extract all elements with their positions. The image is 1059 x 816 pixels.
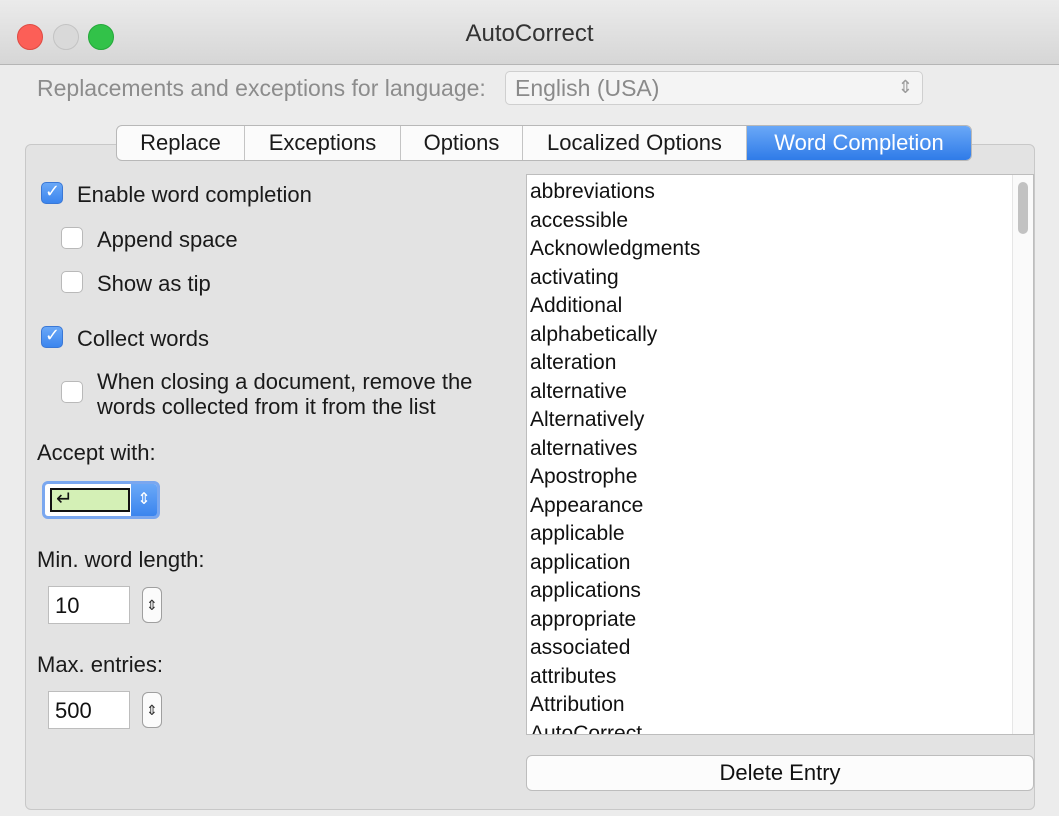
list-item[interactable]: AutoCorrect	[530, 720, 1033, 735]
append-space-label: Append space	[97, 227, 238, 252]
enable-word-completion-label: Enable word completion	[77, 182, 312, 207]
return-key-icon: ↵	[50, 488, 130, 512]
list-item[interactable]: associated	[530, 634, 1033, 663]
append-space-checkbox[interactable]	[61, 227, 83, 249]
scrollbar-thumb[interactable]	[1018, 182, 1028, 234]
word-list-items: abbreviations accessible Acknowledgments ac…	[527, 175, 1033, 735]
list-item[interactable]: alternatives	[530, 435, 1033, 464]
delete-entry-button[interactable]: Delete Entry	[526, 755, 1034, 791]
list-item[interactable]: Attribution	[530, 691, 1033, 720]
tab-localized-options[interactable]: Localized Options	[523, 126, 747, 160]
max-entries-field[interactable]: 500	[48, 691, 130, 729]
collect-words-label: Collect words	[77, 326, 210, 351]
list-item[interactable]: alteration	[530, 349, 1033, 378]
min-word-length-value: 10	[55, 593, 80, 618]
remove-on-close-label-line1: When closing a document, remove the	[97, 369, 473, 394]
min-word-length-label: Min. word length:	[37, 547, 205, 572]
show-as-tip-checkbox[interactable]	[61, 271, 83, 293]
list-item[interactable]: application	[530, 549, 1033, 578]
list-item[interactable]: alphabetically	[530, 321, 1033, 350]
tab-options[interactable]: Options	[401, 126, 523, 160]
word-list-scrollbar[interactable]	[1012, 175, 1033, 734]
list-item[interactable]: abbreviations	[530, 178, 1033, 207]
list-item[interactable]: appropriate	[530, 606, 1033, 635]
list-item[interactable]: activating	[530, 264, 1033, 293]
updown-chevron-icon: ⇕	[131, 484, 157, 516]
language-select[interactable]: English (USA) ⇕	[505, 71, 923, 105]
updown-chevron-icon: ⇕	[897, 77, 913, 97]
max-entries-label: Max. entries:	[37, 652, 163, 677]
append-space-row[interactable]: Append space	[61, 227, 238, 252]
tab-exceptions[interactable]: Exceptions	[245, 126, 401, 160]
language-label: Replacements and exceptions for language…	[37, 75, 486, 101]
min-word-length-field[interactable]: 10	[48, 586, 130, 624]
title-bar: AutoCorrect	[0, 0, 1059, 65]
accept-with-label: Accept with:	[37, 440, 156, 465]
enable-word-completion-row[interactable]: ✓ Enable word completion	[41, 181, 312, 207]
checkmark-icon: ✓	[45, 181, 61, 201]
list-item[interactable]: Acknowledgments	[530, 235, 1033, 264]
language-value: English (USA)	[515, 75, 660, 101]
list-item[interactable]: Appearance	[530, 492, 1033, 521]
list-item[interactable]: Alternatively	[530, 406, 1033, 435]
list-item[interactable]: Additional	[530, 292, 1033, 321]
list-item[interactable]: attributes	[530, 663, 1033, 692]
remove-on-close-checkbox[interactable]	[61, 381, 83, 403]
accept-with-select[interactable]: ↵ ⇕	[42, 481, 160, 519]
remove-on-close-label: When closing a document, remove the word…	[97, 369, 472, 419]
list-item[interactable]: accessible	[530, 207, 1033, 236]
list-item[interactable]: Apostrophe	[530, 463, 1033, 492]
max-entries-stepper[interactable]: ⇕	[142, 692, 162, 728]
tab-bar: Replace Exceptions Options Localized Opt…	[116, 125, 972, 161]
list-item[interactable]: applications	[530, 577, 1033, 606]
collect-words-row[interactable]: ✓ Collect words	[41, 325, 210, 351]
autocorrect-dialog: AutoCorrect Replacements and exceptions …	[0, 0, 1059, 816]
window-title: AutoCorrect	[465, 20, 594, 47]
remove-on-close-label-line2: words collected from it from the list	[97, 394, 436, 419]
max-entries-value: 500	[55, 698, 92, 723]
show-as-tip-label: Show as tip	[97, 271, 211, 296]
tab-replace[interactable]: Replace	[117, 126, 245, 160]
tab-word-completion[interactable]: Word Completion	[747, 126, 971, 160]
collect-words-checkbox[interactable]: ✓	[41, 325, 63, 348]
enable-word-completion-checkbox[interactable]: ✓	[41, 181, 63, 204]
min-word-length-stepper[interactable]: ⇕	[142, 587, 162, 623]
remove-on-close-row[interactable]: When closing a document, remove the word…	[61, 369, 472, 419]
list-item[interactable]: applicable	[530, 520, 1033, 549]
collected-words-list[interactable]: abbreviations accessible Acknowledgments ac…	[526, 174, 1034, 735]
checkmark-icon: ✓	[45, 325, 61, 345]
show-as-tip-row[interactable]: Show as tip	[61, 271, 211, 296]
list-item[interactable]: alternative	[530, 378, 1033, 407]
